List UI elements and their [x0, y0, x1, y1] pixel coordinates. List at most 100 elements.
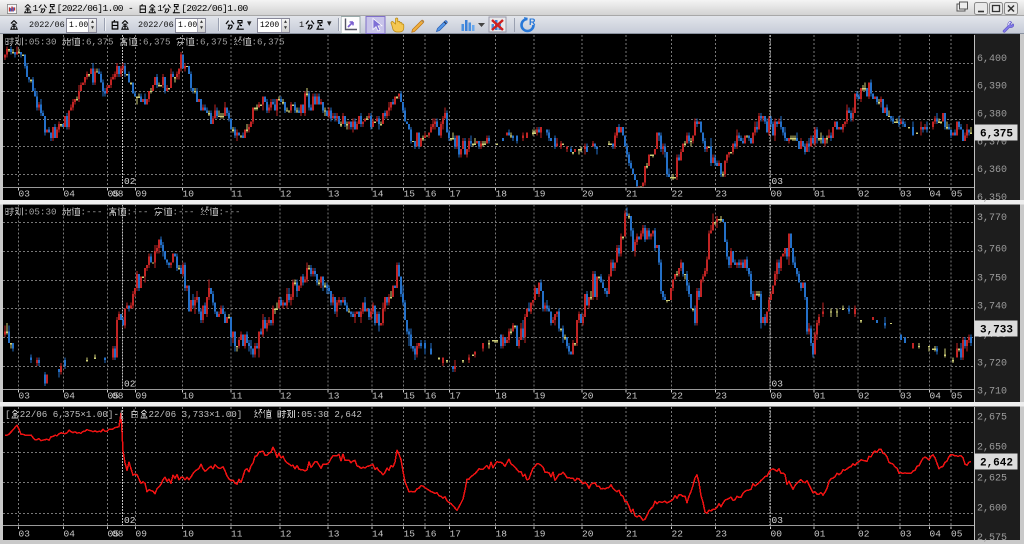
svg-text:22: 22: [672, 529, 684, 540]
svg-text:6,400: 6,400: [977, 54, 1007, 65]
svg-text:10: 10: [183, 189, 195, 200]
svg-text:09: 09: [136, 529, 148, 540]
svg-text::6,375: :6,375: [80, 37, 113, 48]
svg-text:3,750: 3,750: [977, 274, 1007, 285]
svg-text:20: 20: [582, 189, 594, 200]
svg-text:10: 10: [183, 529, 195, 540]
svg-text:[: [: [5, 409, 11, 420]
svg-text:20: 20: [582, 529, 594, 540]
svg-text:23: 23: [716, 529, 728, 540]
svg-text::---: :---: [80, 207, 102, 218]
svg-text:16: 16: [425, 189, 437, 200]
svg-text:2,600: 2,600: [977, 504, 1007, 515]
svg-text:17: 17: [450, 529, 461, 540]
svg-text:15: 15: [404, 391, 416, 402]
svg-text:05: 05: [951, 189, 963, 200]
svg-text:12: 12: [280, 529, 292, 540]
svg-text::---: :---: [218, 207, 240, 218]
svg-text:04: 04: [64, 529, 76, 540]
svg-text:02: 02: [858, 391, 870, 402]
svg-text:04: 04: [930, 391, 942, 402]
svg-text:15: 15: [404, 529, 416, 540]
svg-text:02: 02: [858, 189, 870, 200]
svg-text:16: 16: [425, 529, 437, 540]
svg-text:12: 12: [280, 189, 292, 200]
svg-text:12: 12: [280, 391, 292, 402]
svg-text:03: 03: [772, 379, 784, 390]
svg-text:11: 11: [231, 189, 243, 200]
svg-text::---: :---: [172, 207, 194, 218]
svg-text:04: 04: [930, 189, 942, 200]
svg-text:15: 15: [404, 189, 416, 200]
svg-text:04: 04: [930, 529, 942, 540]
svg-text:6,375: 6,375: [980, 128, 1013, 140]
svg-text:R: R: [529, 17, 536, 27]
svg-text::---: :---: [126, 207, 148, 218]
svg-text:18: 18: [496, 391, 508, 402]
svg-text:16: 16: [425, 391, 437, 402]
svg-text::6,375: :6,375: [137, 37, 170, 48]
svg-text:3,733: 3,733: [980, 324, 1013, 336]
svg-text:3,770: 3,770: [977, 213, 1007, 224]
svg-text:08: 08: [112, 529, 124, 540]
svg-text:13: 13: [328, 529, 340, 540]
svg-text:6,350: 6,350: [977, 193, 1007, 204]
svg-text:13: 13: [328, 391, 340, 402]
svg-text:3,760: 3,760: [977, 245, 1007, 256]
svg-text:18: 18: [496, 189, 508, 200]
svg-text:21: 21: [626, 189, 638, 200]
svg-text:18: 18: [496, 529, 508, 540]
svg-text:08: 08: [112, 391, 124, 402]
svg-text:2,575: 2,575: [977, 533, 1007, 544]
svg-text:11: 11: [231, 529, 243, 540]
svg-text:01: 01: [814, 529, 826, 540]
svg-text:2,625: 2,625: [977, 474, 1007, 485]
svg-text:03: 03: [19, 189, 31, 200]
svg-text:03: 03: [900, 529, 912, 540]
svg-text:03: 03: [772, 515, 784, 526]
svg-text:09: 09: [136, 391, 148, 402]
svg-text:01: 01: [814, 391, 826, 402]
svg-text:00: 00: [771, 391, 783, 402]
svg-text:6,360: 6,360: [977, 165, 1007, 176]
svg-text:19: 19: [534, 391, 546, 402]
svg-text:20: 20: [582, 391, 594, 402]
svg-text:3,720: 3,720: [977, 359, 1007, 370]
svg-text::05:30: :05:30: [23, 37, 56, 48]
svg-text:02: 02: [858, 529, 870, 540]
svg-text:01: 01: [814, 189, 826, 200]
svg-text:3,710: 3,710: [977, 387, 1007, 398]
svg-text:05: 05: [951, 529, 963, 540]
svg-text:19: 19: [534, 529, 546, 540]
svg-text:14: 14: [372, 529, 384, 540]
svg-text:2,675: 2,675: [977, 413, 1007, 424]
svg-text:17: 17: [450, 189, 461, 200]
svg-text:09: 09: [136, 189, 148, 200]
svg-text:08: 08: [112, 189, 124, 200]
svg-text:04: 04: [64, 391, 76, 402]
svg-text:03: 03: [900, 189, 912, 200]
svg-text:21: 21: [626, 391, 638, 402]
svg-text:6,390: 6,390: [977, 82, 1007, 93]
svg-text:21: 21: [626, 529, 638, 540]
svg-text:22/06 3,733×1.00]: 22/06 3,733×1.00]: [149, 409, 243, 420]
svg-text:04: 04: [64, 189, 76, 200]
svg-text:22: 22: [672, 189, 684, 200]
svg-text:6,380: 6,380: [977, 110, 1007, 121]
svg-text:02: 02: [124, 379, 136, 390]
svg-text::05:30: :05:30: [23, 207, 56, 218]
svg-text:23: 23: [716, 391, 728, 402]
svg-text:14: 14: [372, 189, 384, 200]
svg-text:03: 03: [900, 391, 912, 402]
svg-text:13: 13: [328, 189, 340, 200]
svg-text:00: 00: [771, 189, 783, 200]
svg-text:11: 11: [231, 391, 243, 402]
svg-text:17: 17: [450, 391, 461, 402]
svg-text::6,375: :6,375: [195, 37, 228, 48]
svg-text:10: 10: [183, 391, 195, 402]
svg-text:2,642: 2,642: [980, 457, 1013, 469]
svg-text:03: 03: [19, 529, 31, 540]
svg-text:05: 05: [951, 391, 963, 402]
svg-text:03: 03: [19, 391, 31, 402]
svg-text:23: 23: [716, 189, 728, 200]
